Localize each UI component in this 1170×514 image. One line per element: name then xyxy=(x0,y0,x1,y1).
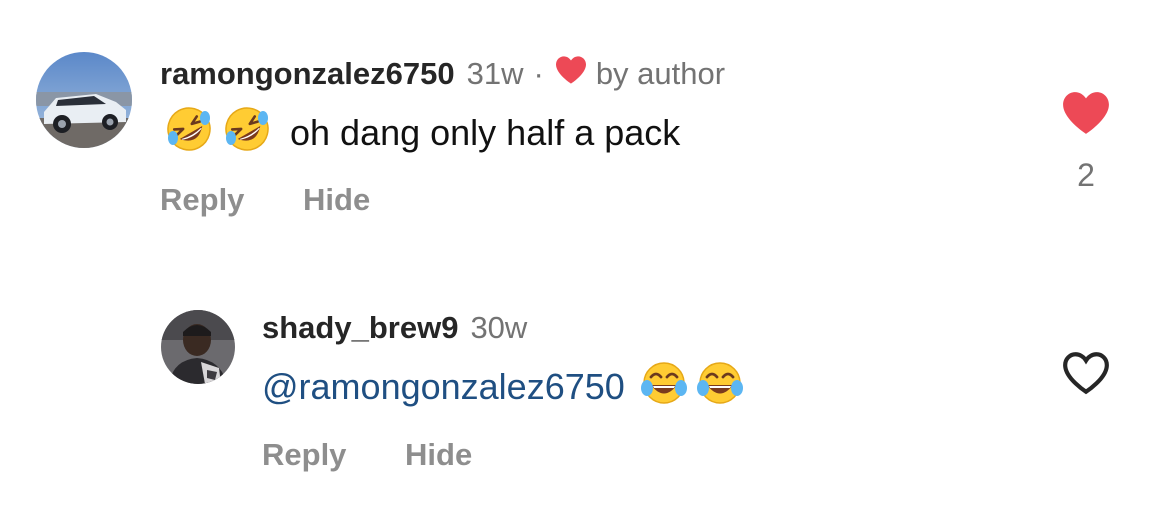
reply-button[interactable]: Reply xyxy=(262,437,346,473)
reply-button[interactable]: Reply xyxy=(160,182,244,218)
comment-timestamp: 31w xyxy=(466,56,524,91)
author-liked-heart-icon xyxy=(554,55,588,93)
comment-username[interactable]: shady_brew9 xyxy=(262,310,458,346)
hide-button[interactable]: Hide xyxy=(303,182,370,218)
mention-link[interactable]: @ramongonzalez6750 xyxy=(262,366,625,408)
separator-dot: · xyxy=(533,56,544,91)
like-heart-outline-icon[interactable] xyxy=(1058,350,1114,401)
avatar[interactable] xyxy=(161,310,235,384)
comment-text: oh dang only half a pack xyxy=(290,112,681,153)
like-heart-icon[interactable] xyxy=(1054,90,1118,141)
comment-timestamp: 30w xyxy=(470,310,528,345)
like-count: 2 xyxy=(1077,157,1095,193)
hide-button[interactable]: Hide xyxy=(405,437,472,473)
comment-username[interactable]: ramongonzalez6750 xyxy=(160,56,455,92)
rolling-on-floor-laughing-emoji-icon xyxy=(222,104,272,163)
face-with-tears-of-joy-emoji-icon xyxy=(639,358,689,417)
avatar[interactable] xyxy=(36,52,132,148)
rolling-on-floor-laughing-emoji-icon xyxy=(164,104,214,163)
by-author-badge: by author xyxy=(595,56,726,91)
face-with-tears-of-joy-emoji-icon xyxy=(695,358,745,417)
